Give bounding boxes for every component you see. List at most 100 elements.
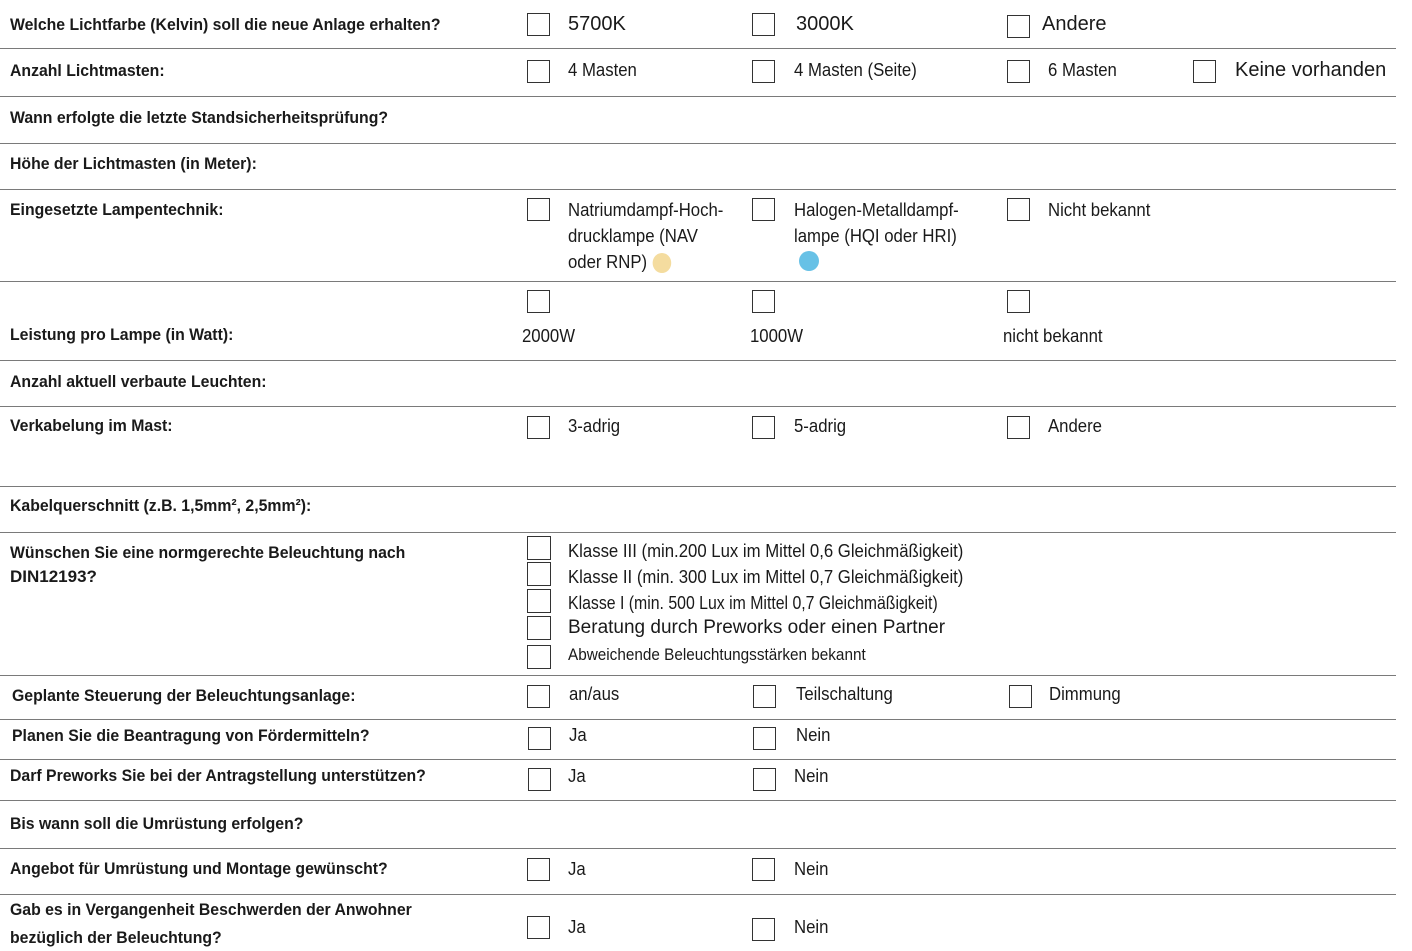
checkbox-natriumdampf[interactable] xyxy=(527,198,550,221)
checkbox-beschwerden-ja[interactable] xyxy=(527,916,550,939)
question-leistung-pro-lampe: Leistung pro Lampe (in Watt): xyxy=(10,325,234,344)
checkbox-klasse-ii[interactable] xyxy=(527,562,551,586)
checkbox-3000k[interactable] xyxy=(752,13,775,36)
checkbox-halogen-metalldampf[interactable] xyxy=(752,198,775,221)
checkbox-abweichende-beleuchtung[interactable] xyxy=(527,645,551,669)
option-antragstellung-nein-label: Nein xyxy=(794,766,829,786)
question-hoehe-lichtmasten: Höhe der Lichtmasten (in Meter): xyxy=(10,154,257,173)
option-natriumdampf-line3: oder RNP) xyxy=(568,249,672,275)
row-divider xyxy=(0,532,1396,533)
checkbox-an-aus[interactable] xyxy=(527,685,550,708)
checkbox-verkabelung-andere[interactable] xyxy=(1007,416,1030,439)
row-divider xyxy=(0,894,1396,895)
option-natriumdampf-line1: Natriumdampf-Hoch- xyxy=(568,200,724,220)
checkbox-angebot-ja[interactable] xyxy=(527,858,550,881)
option-6-masten-label: 6 Masten xyxy=(1048,60,1117,80)
option-klasse-iii-label: Klasse III (min.200 Lux im Mittel 0,6 Gl… xyxy=(568,541,964,561)
question-lampentechnik: Eingesetzte Lampentechnik: xyxy=(10,200,224,219)
row-divider xyxy=(0,675,1396,676)
option-leistung-nicht-bekannt-label: nicht bekannt xyxy=(1003,326,1103,346)
checkbox-2000w[interactable] xyxy=(527,290,550,313)
checkbox-angebot-nein[interactable] xyxy=(752,858,775,881)
question-lichtfarbe: Welche Lichtfarbe (Kelvin) soll die neue… xyxy=(10,15,441,34)
row-divider xyxy=(0,143,1396,144)
option-foerdermittel-nein-label: Nein xyxy=(796,725,831,745)
checkbox-5-adrig[interactable] xyxy=(752,416,775,439)
option-dimmung-label: Dimmung xyxy=(1049,684,1121,704)
option-keine-vorhanden-label: Keine vorhanden xyxy=(1235,59,1387,81)
checkbox-foerdermittel-nein[interactable] xyxy=(753,727,776,750)
option-beratung-label: Beratung durch Preworks oder einen Partn… xyxy=(568,617,946,638)
option-5-adrig-label: 5-adrig xyxy=(794,416,847,436)
option-lichtfarbe-andere-label: Andere xyxy=(1042,13,1107,35)
row-divider xyxy=(0,848,1396,849)
checkbox-foerdermittel-ja[interactable] xyxy=(528,727,551,750)
checkbox-klasse-i[interactable] xyxy=(527,589,551,613)
question-kabelquerschnitt: Kabelquerschnitt (z.B. 1,5mm², 2,5mm²): xyxy=(10,496,312,515)
option-natriumdampf-line2: drucklampe (NAV xyxy=(568,226,698,246)
question-beschwerden-line1: Gab es in Vergangenheit Beschwerden der … xyxy=(10,900,412,919)
option-halogen-line2: lampe (HQI oder HRI) xyxy=(794,226,957,246)
option-3000k-label: 3000K xyxy=(796,13,854,35)
row-divider xyxy=(0,48,1396,49)
checkbox-4-masten[interactable] xyxy=(527,60,550,83)
question-anzahl-leuchten: Anzahl aktuell verbaute Leuchten: xyxy=(10,372,267,391)
question-steuerung: Geplante Steuerung der Beleuchtungsanlag… xyxy=(12,686,356,705)
option-angebot-ja-label: Ja xyxy=(568,859,586,879)
checkbox-teilschaltung[interactable] xyxy=(753,685,776,708)
checkbox-lampentechnik-nicht-bekannt[interactable] xyxy=(1007,198,1030,221)
option-2000w-label: 2000W xyxy=(522,326,576,346)
option-natriumdampf-line3-text: oder RNP) xyxy=(568,252,648,272)
option-foerdermittel-ja-label: Ja xyxy=(569,725,587,745)
question-angebot: Angebot für Umrüstung und Montage gewüns… xyxy=(10,859,388,878)
option-an-aus-label: an/aus xyxy=(569,684,620,704)
checkbox-klasse-iii[interactable] xyxy=(527,536,551,560)
row-divider xyxy=(0,486,1396,487)
row-divider xyxy=(0,281,1396,282)
question-antragstellung: Darf Preworks Sie bei der Antragstellung… xyxy=(10,766,426,785)
halogen-color-dot-icon xyxy=(799,251,819,271)
question-standsicherheitspruefung: Wann erfolgte die letzte Standsicherheit… xyxy=(10,108,389,127)
row-divider xyxy=(0,800,1396,801)
checkbox-1000w[interactable] xyxy=(752,290,775,313)
option-halogen-line1: Halogen-Metalldampf- xyxy=(794,200,959,220)
option-4-masten-label: 4 Masten xyxy=(568,60,637,80)
option-beschwerden-ja-label: Ja xyxy=(568,917,586,937)
question-umruestung-termin: Bis wann soll die Umrüstung erfolgen? xyxy=(10,814,304,833)
option-3-adrig-label: 3-adrig xyxy=(568,416,621,436)
option-teilschaltung-label: Teilschaltung xyxy=(796,684,893,704)
checkbox-antragstellung-nein[interactable] xyxy=(753,768,776,791)
checkbox-6-masten[interactable] xyxy=(1007,60,1030,83)
option-5700k-label: 5700K xyxy=(568,13,626,35)
checkbox-beschwerden-nein[interactable] xyxy=(752,918,775,941)
question-verkabelung: Verkabelung im Mast: xyxy=(10,416,173,435)
row-divider xyxy=(0,189,1396,190)
checkbox-3-adrig[interactable] xyxy=(527,416,550,439)
checkbox-antragstellung-ja[interactable] xyxy=(528,768,551,791)
question-foerdermittel: Planen Sie die Beantragung von Fördermit… xyxy=(12,726,370,745)
option-klasse-ii-label: Klasse II (min. 300 Lux im Mittel 0,7 Gl… xyxy=(568,567,964,587)
option-abweichende-beleuchtung-label: Abweichende Beleuchtungsstärken bekannt xyxy=(568,645,866,664)
checkbox-lichtfarbe-andere[interactable] xyxy=(1007,15,1030,38)
checkbox-keine-vorhanden[interactable] xyxy=(1193,60,1216,83)
question-anzahl-lichtmasten: Anzahl Lichtmasten: xyxy=(10,61,165,80)
checkbox-leistung-nicht-bekannt[interactable] xyxy=(1007,290,1030,313)
row-divider xyxy=(0,719,1396,720)
question-din12193-line2: DIN12193? xyxy=(10,567,97,586)
checkbox-4-masten-seite[interactable] xyxy=(752,60,775,83)
option-antragstellung-ja-label: Ja xyxy=(568,766,586,786)
option-1000w-label: 1000W xyxy=(750,326,804,346)
row-divider xyxy=(0,406,1396,407)
option-verkabelung-andere-label: Andere xyxy=(1048,416,1102,436)
sodium-color-dot-icon xyxy=(652,253,672,274)
checkbox-beratung[interactable] xyxy=(527,616,551,640)
row-divider xyxy=(0,360,1396,361)
row-divider xyxy=(0,96,1396,97)
option-angebot-nein-label: Nein xyxy=(794,859,829,879)
checkbox-5700k[interactable] xyxy=(527,13,550,36)
option-4-masten-seite-label: 4 Masten (Seite) xyxy=(794,60,917,80)
option-beschwerden-nein-label: Nein xyxy=(794,917,829,937)
checkbox-dimmung[interactable] xyxy=(1009,685,1032,708)
option-klasse-i-label: Klasse I (min. 500 Lux im Mittel 0,7 Gle… xyxy=(568,593,938,613)
row-divider xyxy=(0,759,1396,760)
